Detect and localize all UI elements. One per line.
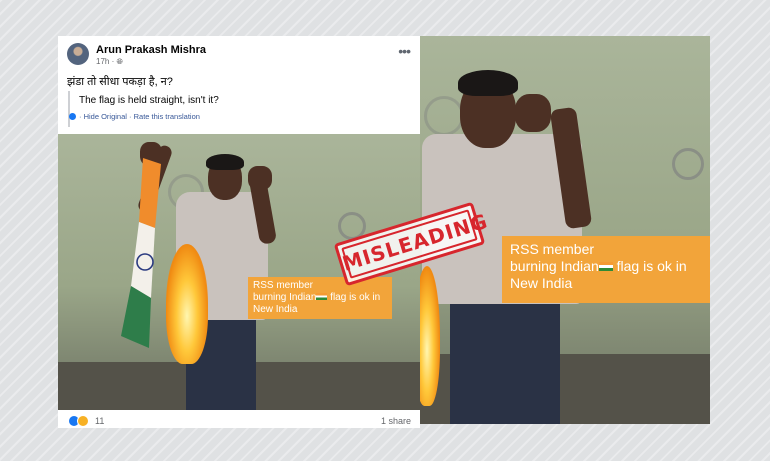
translate-icon <box>69 113 76 120</box>
flag-emoji-icon <box>316 293 328 300</box>
post-footer: 11 1 share <box>58 412 420 428</box>
sad-reaction-icon[interactable] <box>77 415 89 427</box>
reaction-count[interactable]: 11 <box>95 416 104 426</box>
post-time[interactable]: 17h <box>96 57 109 66</box>
more-options-icon[interactable]: ••• <box>398 43 411 59</box>
post-meta: 17h · 🌐︎ <box>96 57 123 66</box>
flag-emoji-icon <box>598 262 613 271</box>
post-header: Arun Prakash Mishra 17h · 🌐︎ ••• <box>58 36 420 70</box>
facebook-post: Arun Prakash Mishra 17h · 🌐︎ ••• झंडा तो… <box>58 36 420 428</box>
share-count[interactable]: 1 share <box>381 416 411 426</box>
caption-overlay: RSS member burning Indian flag is ok in … <box>248 277 392 319</box>
avatar[interactable] <box>67 43 89 65</box>
fire <box>166 244 208 364</box>
post-text: झंडा तो सीधा पकड़ा है, न? <box>67 76 173 88</box>
author-name[interactable]: Arun Prakash Mishra <box>96 44 206 56</box>
rate-translation-link[interactable]: Rate this translation <box>134 112 200 121</box>
globe-icon: 🌐︎ <box>116 57 123 66</box>
translation-links: · Hide Original · Rate this translation <box>69 112 200 121</box>
hide-original-link[interactable]: Hide Original <box>84 112 127 121</box>
translation-box: The flag is held straight, isn't it? · H… <box>68 91 400 127</box>
caption-overlay: RSS member burning Indian flag is ok in … <box>502 236 710 303</box>
translation-text: The flag is held straight, isn't it? <box>79 95 219 106</box>
